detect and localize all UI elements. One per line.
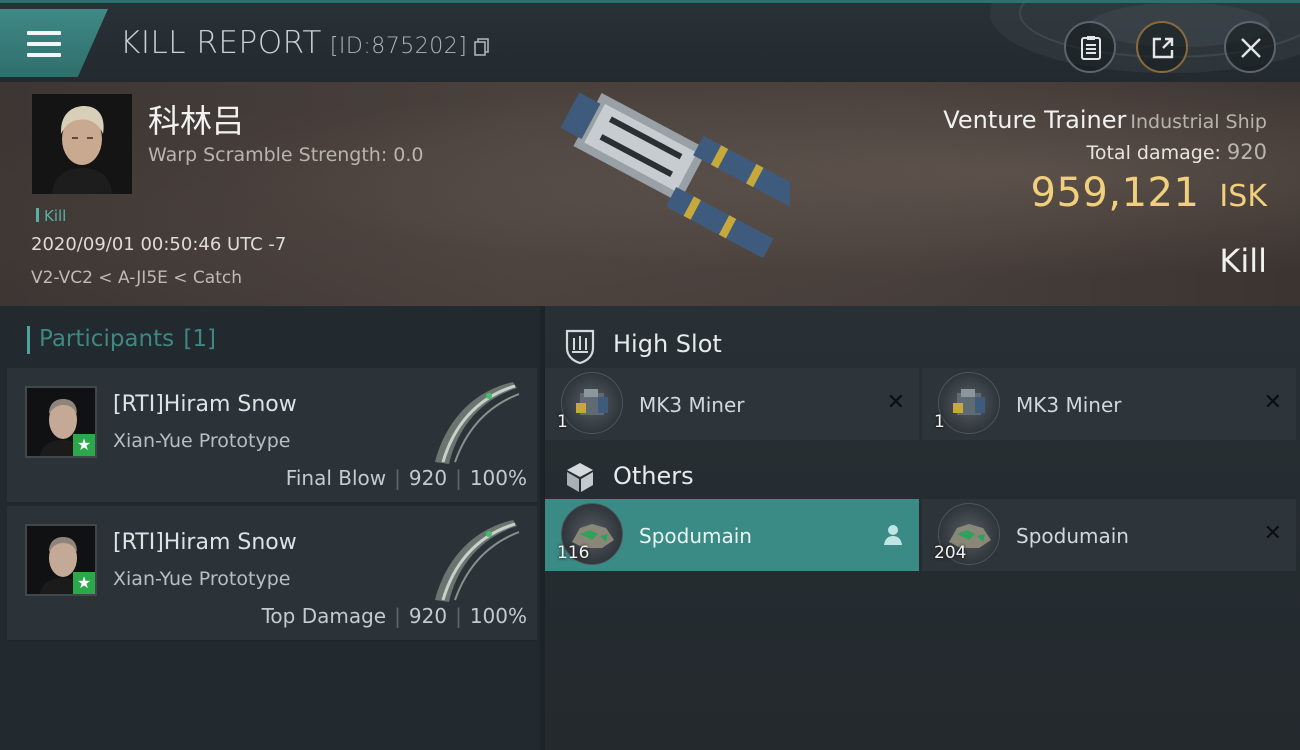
isk-value-line: 959,121 ISK [1031, 170, 1268, 216]
participant-percent: 100% [469, 466, 527, 490]
participant-percent: 100% [469, 604, 527, 628]
participants-header: Participants [1] [27, 326, 217, 354]
clipboard-icon [1081, 36, 1101, 60]
total-damage-label: Total damage: [1086, 142, 1221, 164]
user-icon[interactable] [883, 524, 903, 546]
weapon-image [435, 520, 520, 602]
share-icon [1152, 37, 1174, 59]
page-title: KILL REPORT [ID:875202] [120, 25, 467, 61]
total-damage-value: 920 [1226, 140, 1267, 164]
item-icon [938, 372, 1000, 434]
item-quantity: 1 [934, 412, 945, 432]
clipboard-button[interactable] [1064, 21, 1116, 73]
item-card[interactable]: 1 MK3 Miner ✕ [545, 368, 919, 440]
remove-icon[interactable]: ✕ [1264, 392, 1282, 414]
participant-name[interactable]: [RTI]Hiram Snow [113, 392, 297, 417]
ship-name[interactable]: Venture Trainer [943, 106, 1126, 134]
victim-portrait[interactable] [32, 94, 132, 194]
item-name: MK3 Miner [1016, 393, 1122, 417]
star-icon: ★ [73, 434, 95, 456]
item-name: Spodumain [1016, 524, 1129, 548]
kill-summary-banner: 科林吕 Warp Scramble Strength: 0.0 Kill 202… [0, 82, 1300, 306]
avatar[interactable]: ★ [25, 386, 97, 458]
ship-class: Industrial Ship [1130, 111, 1267, 133]
participants-panel: Participants [1] ★ [RTI]Hiram Snow Xian-… [0, 306, 540, 750]
participant-ship: Xian-Yue Prototype [113, 430, 291, 452]
participant-stats: Top Damage | 920 | 100% [261, 604, 527, 628]
high-slot-header: High Slot [545, 314, 1300, 372]
others-label: Others [613, 462, 694, 490]
remove-icon[interactable]: ✕ [887, 392, 905, 414]
high-slot-label: High Slot [613, 330, 722, 358]
report-id: [ID:875202] [329, 34, 468, 59]
item-card[interactable]: 1 MK3 Miner ✕ [922, 368, 1296, 440]
high-slot-icon [565, 329, 595, 364]
victim-name: 科林吕 [148, 102, 245, 140]
kill-tag: Kill [36, 207, 66, 225]
copy-icon[interactable] [474, 38, 490, 56]
items-panel: High Slot 1 MK3 Miner ✕ 1 MK3 Miner ✕ Ot… [545, 306, 1300, 750]
participant-ship: Xian-Yue Prototype [113, 568, 291, 590]
item-quantity: 116 [557, 543, 590, 563]
total-damage: Total damage: 920 [1086, 140, 1267, 164]
cube-icon [567, 463, 593, 492]
participant-role: Top Damage [261, 604, 387, 628]
item-card[interactable]: 204 Spodumain ✕ [922, 499, 1296, 571]
item-card[interactable]: 116 Spodumain [545, 499, 919, 571]
share-button[interactable] [1136, 21, 1188, 73]
item-quantity: 204 [934, 543, 967, 563]
star-icon: ★ [73, 572, 95, 594]
item-name: Spodumain [639, 524, 752, 548]
participant-row[interactable]: ★ [RTI]Hiram Snow Xian-Yue Prototype Fin… [7, 368, 537, 504]
isk-unit: ISK [1219, 179, 1267, 214]
others-header: Others [545, 446, 1300, 504]
remove-icon[interactable]: ✕ [1264, 523, 1282, 545]
weapon-image [435, 382, 520, 464]
participants-count: [1] [183, 326, 217, 352]
close-button[interactable] [1224, 21, 1276, 73]
isk-value: 959,121 [1030, 170, 1200, 216]
ship-image [560, 92, 790, 259]
close-icon [1241, 38, 1261, 58]
kill-location: V2-VC2 < A-JI5E < Catch [31, 268, 242, 288]
participant-damage: 920 [408, 604, 448, 628]
participant-damage: 920 [408, 466, 448, 490]
kill-datetime: 2020/09/01 00:50:46 UTC -7 [31, 234, 287, 255]
menu-button[interactable] [0, 9, 108, 77]
header-bar: KILL REPORT [ID:875202] [0, 0, 1300, 82]
menu-icon [27, 31, 61, 57]
participant-role: Final Blow [285, 466, 387, 490]
ship-info: Venture Trainer Industrial Ship [943, 106, 1267, 134]
item-icon [561, 372, 623, 434]
participant-row[interactable]: ★ [RTI]Hiram Snow Xian-Yue Prototype Top… [7, 506, 537, 642]
report-result: Kill [1219, 242, 1267, 280]
avatar[interactable]: ★ [25, 524, 97, 596]
warp-scramble-strength: Warp Scramble Strength: 0.0 [148, 144, 424, 166]
participant-stats: Final Blow | 920 | 100% [285, 466, 527, 490]
item-name: MK3 Miner [639, 393, 745, 417]
item-quantity: 1 [557, 412, 568, 432]
participants-label: Participants [39, 326, 175, 352]
participant-name[interactable]: [RTI]Hiram Snow [113, 530, 297, 555]
title-text: KILL REPORT [120, 25, 322, 61]
